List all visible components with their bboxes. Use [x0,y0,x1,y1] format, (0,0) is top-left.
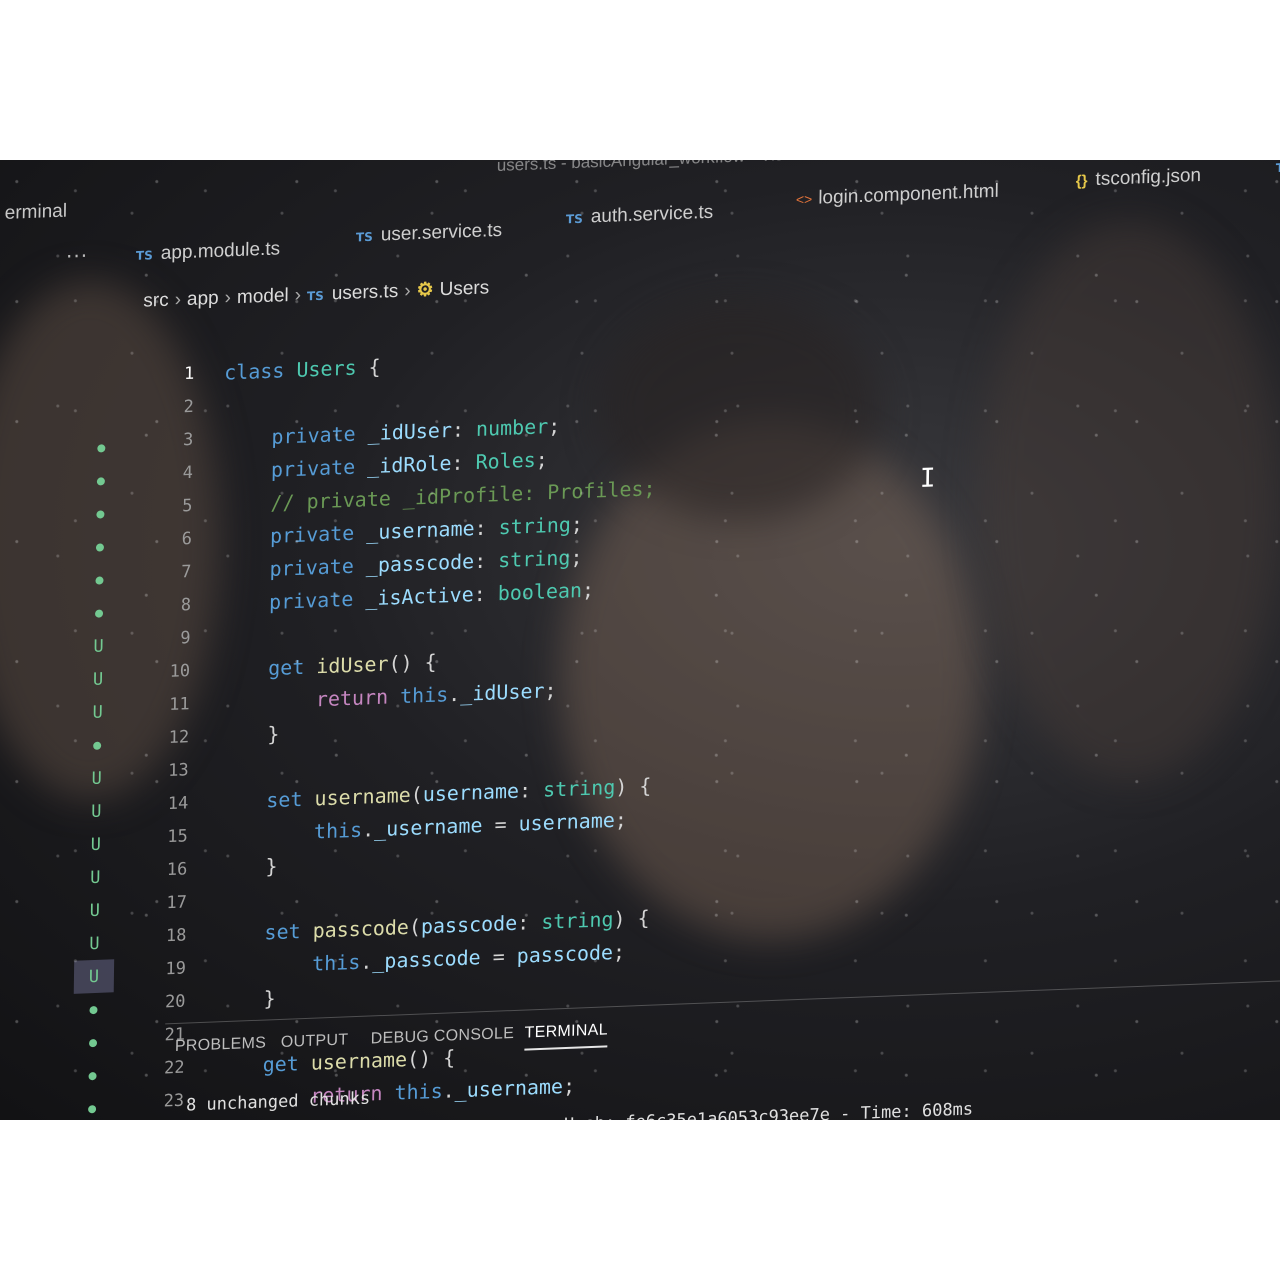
line-number: 10 [169,661,191,682]
git-untracked-marker: U [91,801,102,822]
tab-label: user.service.ts [380,219,503,246]
line-number: 2 [183,396,194,418]
dot-icon [88,1071,97,1080]
dot-icon [97,443,106,453]
terminal-output-line: 8 unchanged chunks [185,1088,371,1116]
tabs-overflow-button[interactable]: ... [66,238,88,263]
dot-icon [95,542,105,552]
json-icon: {} [1075,172,1088,190]
git-untracked-marker: U [90,834,102,855]
breadcrumb-file[interactable]: users.ts [332,281,399,305]
tab-terminal[interactable]: TERMINAL [524,1021,608,1051]
chevron-right-icon: › [294,284,302,306]
dot-icon [96,509,105,519]
tab-label: auth.service.ts [590,201,714,228]
window-title: users.ts - basicAngular_workflow - Visua… [497,160,905,176]
git-modified-dot-icon [81,431,121,466]
git-modified-dot-icon [77,728,117,763]
line-number: 17 [166,892,188,914]
chevron-right-icon: › [174,289,182,311]
typescript-icon: TS [135,248,153,263]
dot-icon [93,741,102,750]
tab-output[interactable]: OUTPUT [281,1031,349,1052]
line-number: 13 [168,760,189,782]
git-decorations-gutter: UUUUUUUUUU [71,365,123,1120]
breadcrumb-src[interactable]: src [143,290,169,312]
typescript-icon: TS [565,211,583,227]
git-modified-dot-icon [81,464,121,499]
gutter-empty [82,365,122,400]
git-modified-dot-icon [79,563,119,598]
editor-tab-bar [0,189,1280,280]
breadcrumb-app[interactable]: app [187,288,219,310]
git-untracked-marker: U [92,668,104,690]
dot-icon [88,1104,97,1113]
line-number: 9 [180,628,191,649]
git-modified-dot-icon [80,530,120,565]
line-number: 20 [164,991,186,1013]
class-symbol-icon: ⚙ [416,279,434,302]
menu-terminal[interactable]: erminal [5,201,68,225]
tab-overflow-partial[interactable]: TS [1276,160,1280,178]
breadcrumb: src › app › model › TS users.ts › ⚙ Users [143,276,489,312]
git-modified-dot-icon [73,1025,113,1060]
git-modified-dot-icon [73,992,113,1027]
dot-icon [89,1005,98,1014]
line-number: 3 [182,429,194,451]
line-number: 18 [165,925,187,947]
code-editor[interactable]: class Users { private _idUser: number; p… [213,340,658,1120]
git-untracked-marker: U [90,867,101,888]
dot-icon [96,476,105,486]
git-untracked-marker: U [73,959,115,994]
dot-icon [94,608,104,618]
line-number: 4 [182,462,194,484]
html-icon: <> [795,190,813,208]
breadcrumb-symbol[interactable]: Users [439,277,489,300]
git-modified-dot-icon [80,497,120,532]
git-untracked-marker: U [93,635,104,657]
line-number: 1 [183,363,195,385]
dot-icon [95,575,104,585]
breadcrumb-model[interactable]: model [237,285,289,308]
git-untracked-marker: U [89,900,101,921]
line-numbers: 1234567891011121314151617181920212223242… [123,358,195,1120]
typescript-icon: TS [1275,160,1280,176]
dot-icon [88,1038,98,1047]
tab-label: tsconfig.json [1095,164,1202,191]
tab-tsconfig[interactable]: {} tsconfig.json [1075,164,1202,192]
line-number: 19 [165,958,187,980]
typescript-icon: TS [355,229,373,245]
tab-debug-console[interactable]: DEBUG CONSOLE [371,1025,515,1049]
git-untracked-marker: U [92,702,103,723]
typescript-icon: TS [306,288,324,304]
gutter-empty [82,398,122,433]
line-number: 7 [181,562,192,583]
git-untracked-marker: U [89,933,100,954]
line-number: 15 [167,826,188,848]
line-number: 14 [167,793,189,815]
git-untracked-marker: U [91,768,102,789]
line-number: 8 [180,595,192,616]
line-number: 11 [169,694,190,715]
git-modified-dot-icon [72,1091,112,1120]
line-number: 6 [181,528,193,550]
photo-of-screen: users.ts - basicAngular_workflow - Visua… [0,160,1280,1120]
tab-problems[interactable]: PROBLEMS [175,1034,266,1056]
vscode-window: users.ts - basicAngular_workflow - Visua… [0,160,1280,1120]
chevron-right-icon: › [404,280,411,302]
tab-label: app.module.ts [160,238,281,264]
mouse-ibeam-cursor: I [919,463,936,495]
line-number: 12 [168,727,190,749]
chevron-right-icon: › [224,287,232,309]
line-number: 5 [182,495,193,517]
git-modified-dot-icon [79,596,119,631]
git-modified-dot-icon [72,1058,112,1093]
line-number: 16 [166,859,188,881]
